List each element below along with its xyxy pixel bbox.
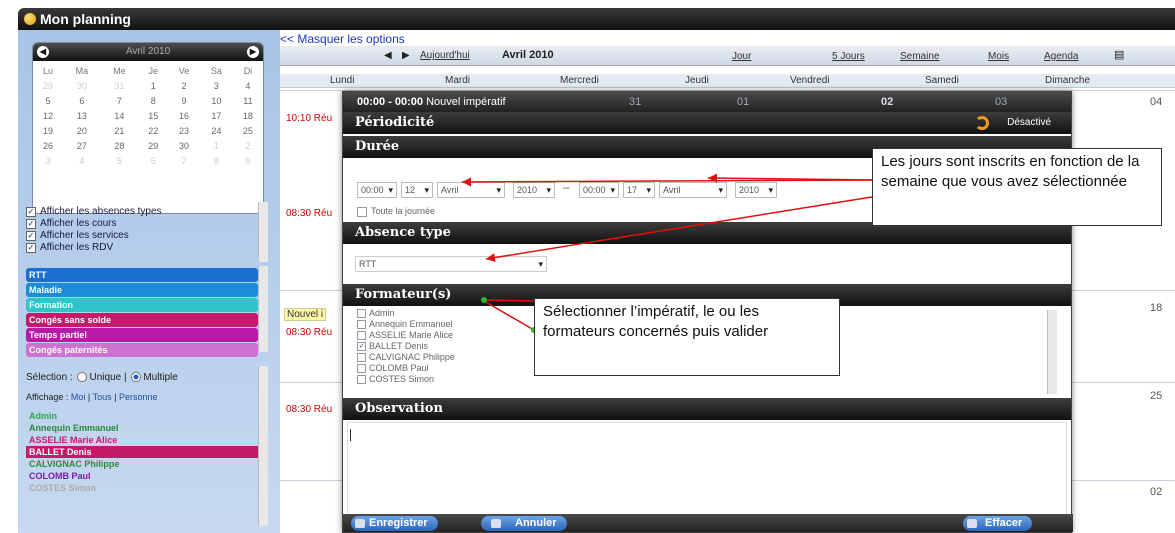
arrow-to-start-day (461, 177, 879, 187)
arrow-to-end-day (707, 173, 879, 183)
arrow-to-formateurs (483, 300, 535, 331)
arrow-to-formateurs-title (483, 299, 535, 302)
annotation-arrows (461, 173, 879, 333)
annotation-select-note: Sélectionner l’impératif, le ou les form… (534, 298, 840, 376)
annotation-days-note: Les jours sont inscrits en fonction de l… (872, 148, 1162, 226)
annotation-dot (481, 297, 487, 303)
arrow-to-absence-type (485, 195, 879, 263)
